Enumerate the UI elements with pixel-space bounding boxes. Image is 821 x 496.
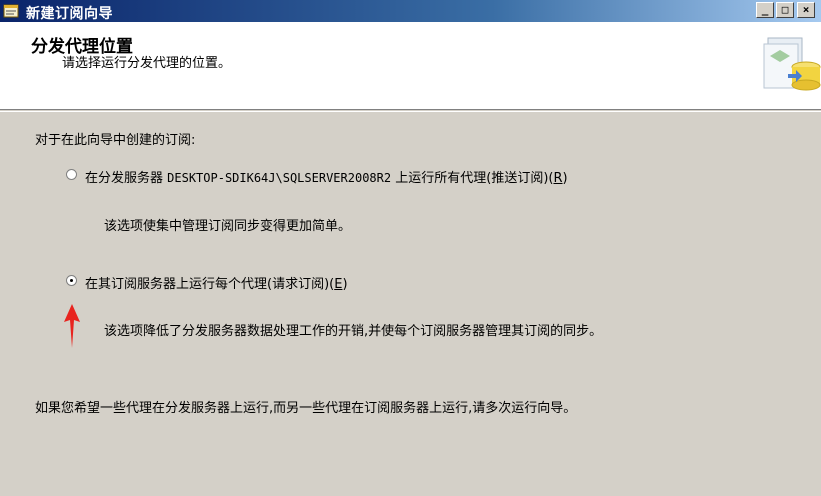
wizard-header: 分发代理位置 请选择运行分发代理的位置。 bbox=[0, 22, 821, 112]
push-label-suffix: 上运行所有代理(推送订阅)( bbox=[391, 171, 554, 186]
wizard-app-icon bbox=[3, 4, 19, 18]
maximize-button[interactable]: □ bbox=[776, 2, 794, 18]
push-label-prefix: 在分发服务器 bbox=[85, 171, 168, 186]
pull-label-end: ) bbox=[342, 277, 348, 292]
page-subtitle: 请选择运行分发代理的位置。 bbox=[62, 56, 232, 71]
push-subscription-label[interactable]: 在分发服务器 DESKTOP-SDIK64J\SQLSERVER2008R2 上… bbox=[85, 167, 568, 186]
push-label-end: ) bbox=[562, 171, 568, 186]
intro-text: 对于在此向导中创建的订阅: bbox=[35, 133, 196, 148]
push-subscription-radio[interactable] bbox=[66, 169, 77, 180]
push-description: 该选项使集中管理订阅同步变得更加简单。 bbox=[104, 219, 352, 234]
pull-description: 该选项降低了分发服务器数据处理工作的开销,并使每个订阅服务器管理其订阅的同步。 bbox=[104, 324, 603, 339]
annotation-arrow-icon bbox=[64, 304, 80, 348]
distributor-server-name: DESKTOP-SDIK64J\SQLSERVER2008R2 bbox=[167, 171, 392, 185]
pull-label-prefix: 在其订阅服务器上运行每个代理(请求订阅)( bbox=[85, 277, 335, 292]
push-mnemonic: R bbox=[553, 171, 563, 186]
minimize-button[interactable]: _ bbox=[756, 2, 774, 18]
window-title: 新建订阅向导 bbox=[26, 6, 113, 22]
close-button[interactable]: × bbox=[797, 2, 815, 18]
footer-note: 如果您希望一些代理在分发服务器上运行,而另一些代理在订阅服务器上运行,请多次运行… bbox=[35, 401, 577, 416]
database-wizard-icon bbox=[763, 37, 821, 91]
pull-subscription-radio[interactable] bbox=[66, 275, 77, 286]
title-bar[interactable]: 新建订阅向导 _ □ × bbox=[0, 0, 821, 22]
pull-subscription-label[interactable]: 在其订阅服务器上运行每个代理(请求订阅)(E) bbox=[85, 273, 348, 292]
